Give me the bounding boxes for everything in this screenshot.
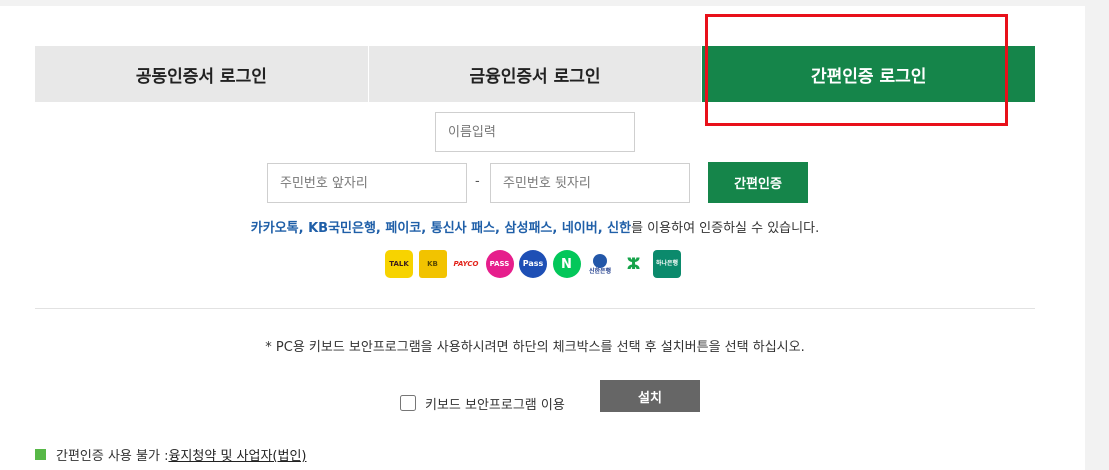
rrn-front-input[interactable] — [267, 163, 467, 203]
pass-icon[interactable]: PASS — [485, 250, 514, 278]
install-button[interactable]: 설치 — [600, 380, 700, 412]
simple-auth-button[interactable]: 간편인증 — [708, 162, 808, 203]
kakaotalk-icon[interactable]: TALK — [385, 250, 413, 278]
provider-logos: TALK KB PAYCO PASS Pass N 신한은행 ⵣ 하나은행 — [385, 250, 687, 278]
unavailable-note: 간편인증 사용 불가 : 융지청약 및 사업자(법인) — [35, 445, 306, 464]
tab-simple-auth[interactable]: 간편인증 로그인 — [701, 46, 1036, 102]
samsung-pass-icon[interactable]: Pass — [519, 250, 547, 278]
providers-suffix: 를 이용하여 인증하실 수 있습니다. — [631, 221, 820, 236]
name-input[interactable] — [435, 112, 635, 152]
rrn-back-input[interactable] — [490, 163, 690, 203]
provider-names: 카카오톡, KB국민은행, 페이코, 통신사 패스, 삼성패스, 네이버, 신한 — [250, 221, 632, 236]
keyboard-security-checkbox[interactable] — [400, 395, 416, 411]
keyboard-security-label[interactable]: 키보드 보안프로그램 이용 — [425, 394, 565, 413]
tab-joint-certificate[interactable]: 공동인증서 로그인 — [35, 46, 368, 102]
kb-bank-icon[interactable]: KB — [418, 250, 447, 278]
login-panel: 공동인증서 로그인 금융인증서 로그인 간편인증 로그인 - 간편인증 카카오톡… — [0, 6, 1085, 470]
green-bank-icon[interactable]: ⵣ — [619, 250, 648, 278]
payco-icon[interactable]: PAYCO — [452, 250, 480, 278]
keyboard-security-notice: * PC용 키보드 보안프로그램을 사용하시려면 하단의 체크박스를 선택 후 … — [265, 340, 805, 355]
hana-bank-icon[interactable]: 하나은행 — [653, 250, 681, 278]
bullet-icon — [35, 449, 46, 460]
tab-financial-certificate[interactable]: 금융인증서 로그인 — [367, 46, 702, 102]
unavailable-prefix: 간편인증 사용 불가 : — [56, 449, 169, 464]
providers-info: 카카오톡, KB국민은행, 페이코, 통신사 패스, 삼성패스, 네이버, 신한… — [0, 217, 1070, 236]
rrn-separator: - — [475, 174, 480, 189]
shinhan-mark — [593, 253, 607, 268]
section-divider — [35, 308, 1035, 309]
naver-icon[interactable]: N — [552, 250, 581, 278]
login-tabs: 공동인증서 로그인 금융인증서 로그인 간편인증 로그인 — [35, 46, 1036, 102]
shinhan-label: 신한은행 — [588, 267, 612, 275]
shinhan-icon[interactable]: 신한은행 — [586, 250, 614, 278]
unavailable-link[interactable]: 융지청약 및 사업자(법인) — [168, 445, 306, 464]
